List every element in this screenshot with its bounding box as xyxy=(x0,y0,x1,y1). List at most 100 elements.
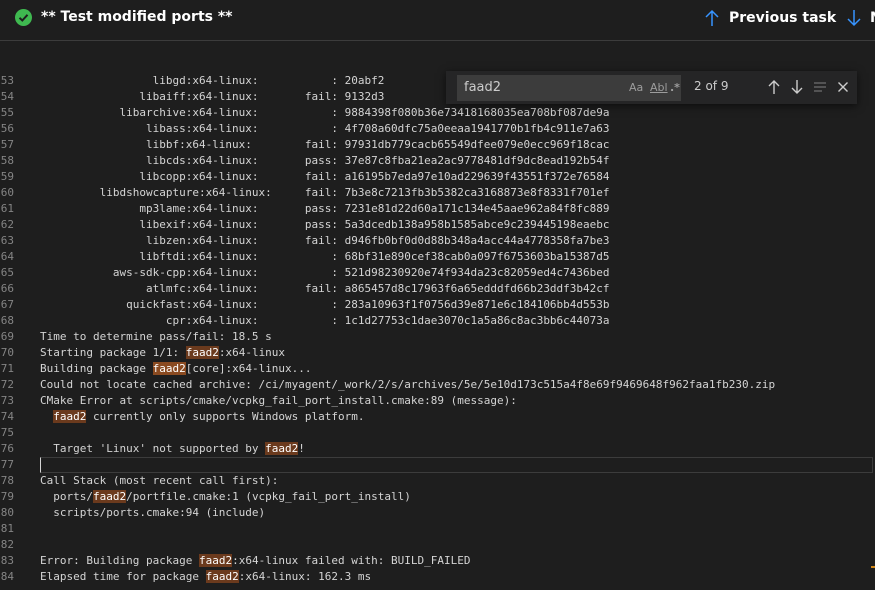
line-text: libaiff:x64-linux: fail: 9132d3 xyxy=(40,89,384,105)
log-text-segment: libarchive:x64-linux: : 9884398f080b36e7… xyxy=(40,106,610,119)
line-number: 75 xyxy=(0,426,14,439)
log-text-segment: CMake Error at scripts/cmake/vcpkg_fail_… xyxy=(40,394,517,407)
line-number: 61 xyxy=(0,202,14,215)
log-line: 60 libdshowcapture:x64-linux: fail: 7b3e… xyxy=(0,185,875,201)
search-match: faad2 xyxy=(53,410,87,423)
log-line: 72 Could not locate cached archive: /ci/m… xyxy=(0,377,875,393)
line-number: 68 xyxy=(0,314,14,327)
log-text-segment: aws-sdk-cpp:x64-linux: : 521d98230920e74… xyxy=(40,266,610,279)
log-text-segment: :x64-linux: 162.3 ms xyxy=(238,570,372,583)
line-number: 67 xyxy=(0,298,14,311)
find-input[interactable] xyxy=(464,78,614,96)
line-number: 77 xyxy=(0,458,14,471)
line-text: Building package faad2[core]:x64-linux..… xyxy=(40,361,312,377)
arrow-down-icon xyxy=(847,10,861,27)
line-number: 54 xyxy=(0,90,14,103)
previous-task-label: Previous task xyxy=(729,10,837,26)
search-match: faad2 xyxy=(265,442,299,455)
line-number: 56 xyxy=(0,122,14,135)
log-text-segment: Call Stack (most recent call first): xyxy=(40,474,279,487)
whole-word-toggle[interactable]: Abl xyxy=(650,80,668,96)
next-match-button[interactable] xyxy=(789,79,805,95)
log-line: 75 xyxy=(0,425,875,441)
log-line: 77 xyxy=(0,457,875,473)
find-widget: Aa Abl .* 2 of 9 xyxy=(446,71,857,104)
line-text: libcds:x64-linux: pass: 37e87c8fba21ea2a… xyxy=(40,153,610,169)
log-text-segment: :x64-linux xyxy=(218,346,286,359)
log-line: 78 Call Stack (most recent call first): xyxy=(0,473,875,489)
log-line: 70 Starting package 1/1: faad2:x64-linux xyxy=(0,345,875,361)
log-line: 81 xyxy=(0,521,875,537)
find-in-selection-button[interactable] xyxy=(812,79,828,95)
previous-match-button[interactable] xyxy=(766,79,782,95)
log-text-segment: ports/ xyxy=(40,490,93,503)
line-text: Target 'Linux' not supported by faad2! xyxy=(40,441,305,457)
close-find-button[interactable] xyxy=(835,79,851,95)
log-text-segment: libcds:x64-linux: pass: 37e87c8fba21ea2a… xyxy=(40,154,610,167)
line-number: 82 xyxy=(0,538,14,551)
line-text: libdshowcapture:x64-linux: fail: 7b3e8c7… xyxy=(40,185,610,201)
log-line: 71 Building package faad2[core]:x64-linux… xyxy=(0,361,875,377)
log-line: 73 CMake Error at scripts/cmake/vcpkg_fai… xyxy=(0,393,875,409)
log-line: 82 xyxy=(0,537,875,553)
next-task-label: N xyxy=(870,10,875,26)
list-icon xyxy=(814,82,826,92)
log-text-segment: libftdi:x64-linux: : 68bf31e890cef38cab0… xyxy=(40,250,610,263)
log-text-segment: Starting package 1/1: xyxy=(40,346,186,359)
log-line: 57 libbf:x64-linux: fail: 97931db779cacb… xyxy=(0,137,875,153)
search-match: faad2 xyxy=(198,554,233,567)
line-number: 71 xyxy=(0,362,14,375)
log-text-segment: Elapsed time for package xyxy=(40,570,206,583)
line-text: libcopp:x64-linux: fail: a16195b7eda97e1… xyxy=(40,169,609,185)
line-text: libzen:x64-linux: fail: d946fb0bf0d0d88b… xyxy=(40,233,610,249)
scrollbar-match-marker xyxy=(871,566,875,568)
log-line: 66 atlmfc:x64-linux: fail: a865457d8c179… xyxy=(0,281,875,297)
search-match: faad2 xyxy=(152,362,186,375)
log-line: 74 faad2 currently only supports Windows… xyxy=(0,409,875,425)
match-count: 2 of 9 xyxy=(694,79,729,93)
line-number: 74 xyxy=(0,410,14,423)
log-line: 80 scripts/ports.cmake:94 (include) xyxy=(0,505,875,521)
line-text: atlmfc:x64-linux: fail: a865457d8c17963f… xyxy=(40,281,610,297)
log-text-segment: ! xyxy=(298,442,305,455)
line-text: Starting package 1/1: faad2:x64-linux xyxy=(40,345,285,361)
log-text-segment: quickfast:x64-linux: : 283a10963f1f0756d… xyxy=(40,298,610,311)
arrow-up-icon xyxy=(705,9,719,26)
line-text: libftdi:x64-linux: : 68bf31e890cef38cab0… xyxy=(40,249,610,265)
log-line: 65 aws-sdk-cpp:x64-linux: : 521d98230920… xyxy=(0,265,875,281)
line-number: 78 xyxy=(0,474,14,487)
line-text: libgd:x64-linux: : 20abf2 xyxy=(40,73,385,89)
previous-task-button[interactable]: Previous task xyxy=(704,7,836,29)
log-line: 84 Elapsed time for package faad2:x64-lin… xyxy=(0,569,875,585)
log-text-segment: libdshowcapture:x64-linux: fail: 7b3e8c7… xyxy=(40,186,610,199)
log-line: 62 libexif:x64-linux: pass: 5a3dcedb138a… xyxy=(0,217,875,233)
log-line: 79 ports/faad2/portfile.cmake:1 (vcpkg_f… xyxy=(0,489,875,505)
line-text: faad2 currently only supports Windows pl… xyxy=(40,409,365,425)
line-number: 84 xyxy=(0,570,14,583)
line-number: 80 xyxy=(0,506,14,519)
log-text-segment: Building package xyxy=(40,362,153,375)
close-icon xyxy=(838,82,848,92)
log-output: 53 libgd:x64-linux: : 20abf2 54 libaiff:x… xyxy=(0,73,875,585)
check-circle-icon xyxy=(15,9,32,26)
next-task-button[interactable]: N xyxy=(846,7,875,29)
log-line: 61 mp3lame:x64-linux: pass: 7231e81d22d6… xyxy=(0,201,875,217)
log-text-segment: :x64-linux failed with: BUILD_FAILED xyxy=(232,554,471,567)
line-text: libbf:x64-linux: fail: 97931db779cacb655… xyxy=(40,137,610,153)
line-number: 66 xyxy=(0,282,14,295)
log-text-segment: libass:x64-linux: : 4f708a60dfc75a0eeaa1… xyxy=(40,122,610,135)
task-header: ** Test modified ports ** Previous task … xyxy=(0,0,875,41)
log-text-segment: cpr:x64-linux: : 1c1d27753c1dae3070c1a5a… xyxy=(40,314,610,327)
cursor-line-highlight xyxy=(40,457,873,473)
log-text-segment: libaiff:x64-linux: fail: 9132d3 xyxy=(40,90,385,103)
find-input-box[interactable]: Aa Abl .* xyxy=(457,75,681,101)
match-case-toggle[interactable]: Aa xyxy=(629,80,643,96)
log-text-segment: Time to determine pass/fail: 18.5 s xyxy=(40,330,272,343)
log-text-segment: currently only supports Windows platform… xyxy=(86,410,365,423)
log-text-segment: Could not locate cached archive: /ci/mya… xyxy=(40,378,776,391)
regex-toggle[interactable]: .* xyxy=(670,80,680,96)
log-text-segment: [core]:x64-linux... xyxy=(185,362,312,375)
line-text: cpr:x64-linux: : 1c1d27753c1dae3070c1a5a… xyxy=(40,313,610,329)
log-line: 68 cpr:x64-linux: : 1c1d27753c1dae3070c1… xyxy=(0,313,875,329)
line-text: Call Stack (most recent call first): xyxy=(40,473,278,489)
